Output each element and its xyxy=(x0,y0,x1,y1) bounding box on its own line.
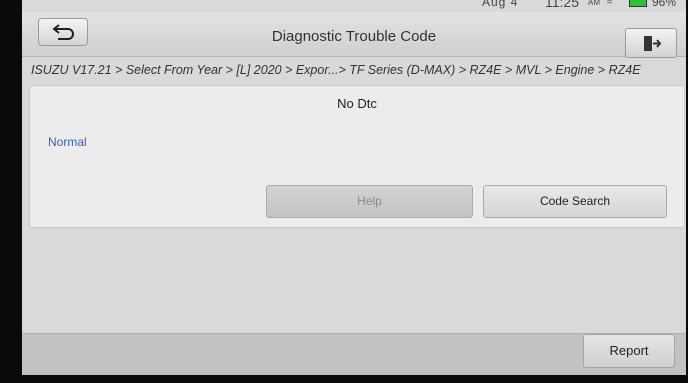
status-time: 11:25 xyxy=(545,0,579,10)
exit-door-icon xyxy=(644,36,661,51)
exit-button[interactable] xyxy=(625,28,677,58)
status-bar: Aug 4 11:25 AM ≈ 96% xyxy=(22,0,686,12)
battery-icon xyxy=(629,0,647,7)
breadcrumb: ISUZU V17.21 > Select From Year > [L] 20… xyxy=(31,63,641,77)
page-title: Diagnostic Trouble Code xyxy=(271,28,437,45)
wifi-icon: ≈ xyxy=(607,0,613,8)
title-bar: Diagnostic Trouble Code xyxy=(22,12,686,58)
battery-level: 96% xyxy=(652,0,677,9)
status-date: Aug 4 xyxy=(482,0,519,9)
dtc-panel: No Dtc Normal Help Code Search xyxy=(29,85,685,228)
app-screen: Aug 4 11:25 AM ≈ 96% Diagnostic Trouble … xyxy=(22,0,686,375)
system-status: Normal xyxy=(48,135,87,149)
help-button[interactable]: Help xyxy=(266,185,473,218)
code-search-button[interactable]: Code Search xyxy=(483,185,667,218)
report-button[interactable]: Report xyxy=(583,334,675,368)
bottom-bar: Report xyxy=(22,333,686,375)
status-ampm: AM xyxy=(588,0,600,7)
panel-title: No Dtc xyxy=(337,96,377,111)
